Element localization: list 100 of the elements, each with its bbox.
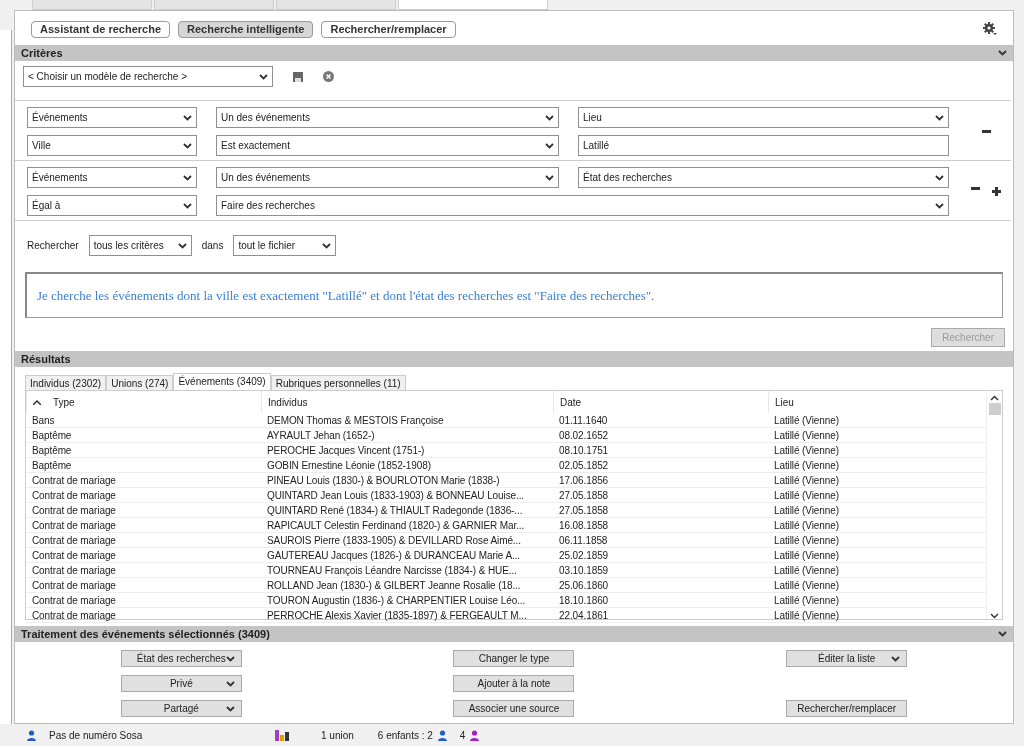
chevron-icon (545, 114, 554, 121)
table-cell: Bans (26, 413, 261, 428)
table-cell: Latillé (Vienne) (768, 563, 986, 578)
chevron-icon (177, 242, 187, 249)
dropdown[interactable]: Ville (27, 135, 197, 156)
table-cell: TOURNEAU François Léandre Narcisse (1834-) & HUE... (261, 563, 553, 578)
dropdown[interactable]: Un des événements (216, 107, 559, 128)
dropdown[interactable]: Est exactement (216, 135, 559, 156)
table-cell: Latillé (Vienne) (768, 518, 986, 533)
action-dropdown[interactable]: Éditer la liste (786, 650, 908, 667)
table-cell: Contrat de mariage (26, 488, 261, 503)
action-button[interactable]: Changer le type (453, 650, 575, 667)
save-icon[interactable] (293, 71, 303, 82)
table-cell: 16.08.1858 (553, 518, 768, 533)
bar-icon (275, 729, 289, 741)
dropdown[interactable]: Événements (27, 107, 197, 128)
table-cell: Contrat de mariage (26, 533, 261, 548)
table-cell: 18.10.1860 (553, 593, 768, 608)
collapse-icon (998, 631, 1007, 637)
table-cell: Latillé (Vienne) (768, 608, 986, 623)
dropdown[interactable]: État des recherches (578, 167, 949, 188)
column-header[interactable]: Lieu (768, 391, 986, 413)
chevron-icon (183, 174, 192, 181)
dropdown[interactable]: Lieu (578, 107, 949, 128)
table-cell: TOURON Augustin (1836-) & CHARPENTIER Louise Léo... (261, 593, 553, 608)
column-header[interactable]: Individus (261, 391, 553, 413)
clear-icon[interactable] (323, 71, 334, 82)
table-cell: PEROCHE Jacques Vincent (1751-) (261, 443, 553, 458)
add-icon[interactable] (992, 187, 1001, 196)
table-cell: 27.05.1858 (553, 503, 768, 518)
table-cell: QUINTARD Jean Louis (1833-1903) & BONNEAU Louise... (261, 488, 553, 503)
chevron-icon (183, 142, 192, 149)
table-cell: Contrat de mariage (26, 608, 261, 623)
table-cell: 27.05.1858 (553, 488, 768, 503)
scroll-thumb[interactable] (988, 403, 1001, 415)
result-tab[interactable]: Événements (3409) (173, 373, 271, 391)
result-tab[interactable]: Individus (2302) (25, 375, 107, 391)
section-header[interactable]: Résultats (15, 351, 1013, 367)
person-icon (469, 729, 481, 741)
table-cell: 08.10.1751 (553, 443, 768, 458)
table-cell: RAPICAULT Celestin Ferdinand (1820-) & GARNIER Mar... (261, 518, 553, 533)
table-cell: Latillé (Vienne) (768, 413, 986, 428)
table-cell: Latillé (Vienne) (768, 503, 986, 518)
remove-icon[interactable] (981, 130, 991, 133)
action-button[interactable]: Ajouter à la note (453, 675, 575, 692)
in-label: dans (201, 240, 224, 251)
dropdown[interactable]: Événements (27, 167, 197, 188)
table-cell: PINEAU Louis (1830-) & BOURLOTON Marie (1838-) (261, 473, 553, 488)
dropdown[interactable]: Égal à (27, 195, 197, 216)
result-tab[interactable]: Rubriques personnelles (11) (270, 375, 406, 391)
caret-icon (225, 706, 235, 712)
table-cell: Baptême (26, 443, 261, 458)
table-cell: SAUROIS Pierre (1833-1905) & DEVILLARD Rose Aimé... (261, 533, 553, 548)
table-cell: Latillé (Vienne) (768, 593, 986, 608)
value-field[interactable]: Latillé (578, 135, 949, 156)
caret-icon (225, 656, 235, 662)
table-cell: 02.05.1852 (553, 458, 768, 473)
table-cell: Latillé (Vienne) (768, 578, 986, 593)
chevron-icon (545, 142, 554, 149)
table-cell: Contrat de mariage (26, 473, 261, 488)
section-header[interactable]: Traitement des événements sélectionnés (3409) (15, 626, 1013, 642)
table-cell: 06.11.1858 (553, 533, 768, 548)
person-icon (436, 729, 448, 741)
match-dropdown[interactable]: tous les critères (88, 235, 192, 256)
table-cell: Latillé (Vienne) (768, 533, 986, 548)
chevron-icon (322, 242, 332, 249)
mode-button[interactable]: Recherche intelligente (178, 20, 314, 38)
scroll-up-icon[interactable] (990, 395, 999, 401)
dropdown[interactable]: Un des événements (216, 167, 559, 188)
column-header[interactable]: Date (553, 391, 768, 413)
table-cell: 17.06.1856 (553, 473, 768, 488)
scroll-down-icon[interactable] (990, 613, 999, 619)
column-header[interactable]: Type (26, 391, 261, 413)
template-dropdown[interactable]: < Choisir un modèle de recherche > (23, 66, 273, 87)
mode-button[interactable]: Rechercher/remplacer (321, 20, 456, 38)
dropdown[interactable]: Faire des recherches (216, 195, 949, 216)
action-button[interactable]: Associer une source (453, 700, 575, 717)
chevron-icon (545, 174, 554, 181)
settings-icon[interactable] (983, 22, 997, 36)
table-cell: 03.10.1859 (553, 563, 768, 578)
table-cell: QUINTARD René (1834-) & THIAULT Radegonde (1836-... (261, 503, 553, 518)
table-cell: Baptême (26, 458, 261, 473)
mode-button[interactable]: Assistant de recherche (31, 20, 171, 38)
chevron-icon (935, 114, 944, 121)
table-cell: Contrat de mariage (26, 563, 261, 578)
action-dropdown[interactable]: Partagé (120, 700, 242, 717)
table-cell: Contrat de mariage (26, 518, 261, 533)
scrollbar[interactable] (986, 391, 1002, 619)
table-cell: Contrat de mariage (26, 578, 261, 593)
scope-dropdown[interactable]: tout le fichier (233, 235, 337, 256)
result-tab[interactable]: Unions (274) (106, 375, 174, 391)
section-header[interactable]: Critères (15, 45, 1013, 61)
action-dropdown[interactable]: État des recherches (120, 650, 242, 667)
chevron-icon (935, 174, 944, 181)
union-count: 1 union (321, 729, 354, 741)
action-button[interactable]: Rechercher/remplacer (786, 700, 908, 717)
table-cell: Contrat de mariage (26, 548, 261, 563)
table-cell: 25.02.1859 (553, 548, 768, 563)
action-dropdown[interactable]: Privé (120, 675, 242, 692)
table-cell: Contrat de mariage (26, 503, 261, 518)
